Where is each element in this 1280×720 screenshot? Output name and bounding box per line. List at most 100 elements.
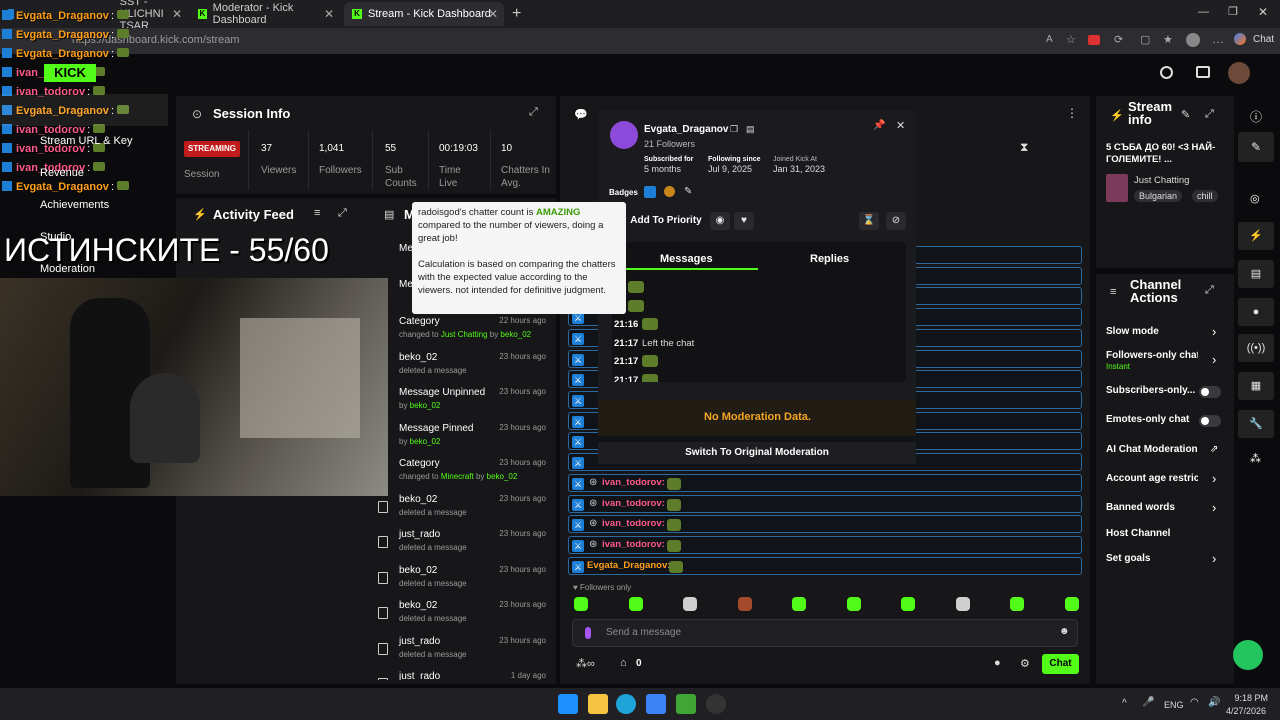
chat-message-row[interactable]: ⚔ ⊛ ivan_todorov: [568,494,1082,513]
chat-username[interactable]: ivan_todorov: [602,539,665,550]
channel-action-1[interactable]: Followers-only chat [1106,350,1198,361]
settings-gear-icon[interactable]: ⚙ [1020,657,1030,670]
activity-item[interactable]: beko_02 23 hours ago deleted a message [366,350,552,384]
chevron-right-icon[interactable]: › [1212,551,1216,566]
activity-user[interactable]: beko_02 [500,330,531,339]
chat-username[interactable]: ivan_todorov: [602,477,665,488]
read-aloud-icon[interactable]: A [1046,34,1053,45]
emote-icon[interactable] [574,597,588,611]
wifi-icon[interactable]: ◠ [1190,697,1199,708]
add-to-priority-button[interactable]: Add To Priority [628,211,704,231]
hourglass-icon[interactable]: ⧗ [1020,140,1028,155]
theater-icon[interactable] [1196,66,1210,78]
emote-icon[interactable] [683,597,697,611]
copy-icon[interactable]: ❐ [730,124,738,135]
emote-icon[interactable] [1010,597,1024,611]
channel-action-3[interactable]: Emotes-only chat [1106,414,1198,425]
chat-send-button[interactable]: Chat [1042,654,1079,674]
watch-eye-icon[interactable]: ◉ [710,212,730,230]
favorite-star-icon[interactable]: ☆ [1066,33,1076,46]
sidebar-item-revenue[interactable]: Revenue [40,167,84,179]
edit-nav-icon[interactable]: ✎ [1238,132,1274,162]
mic-icon[interactable] [585,627,591,639]
search-icon[interactable] [1160,66,1173,79]
chat-message-row[interactable]: ⚔ ⊛ ivan_todorov: [568,536,1082,555]
emote-icon[interactable] [901,597,915,611]
document-icon[interactable]: ▤ [1238,260,1274,288]
expand-icon[interactable]: ⤢ [1205,284,1214,297]
wrench-icon[interactable]: 🔧 [1238,410,1274,438]
channel-action-8[interactable]: Set goals [1106,553,1198,564]
switch-moderation-button[interactable]: Switch To Original Moderation [598,442,916,464]
more-icon[interactable]: … [1212,32,1224,46]
channel-action-0[interactable]: Slow mode [1106,326,1198,337]
users-infinity-icon[interactable]: ⁂∞ [576,657,595,670]
emote-icon[interactable] [792,597,806,611]
layout-icon[interactable]: ▦ [1238,372,1274,400]
emote-icon[interactable] [628,597,643,611]
chevron-right-icon[interactable]: › [1212,500,1216,515]
sidebar-item-achievements[interactable]: Achievements [40,199,109,211]
expand-icon[interactable]: ⤢ [1205,108,1214,121]
extensions-icon[interactable]: ⟳ [1114,33,1123,46]
tray-chevron-icon[interactable]: ^ [1122,698,1127,709]
help-bubble-icon[interactable] [1233,640,1263,670]
broadcast-icon[interactable]: ((•)) [1238,334,1274,362]
chat-bubble-icon[interactable]: ● [994,657,1001,669]
info-icon[interactable]: ⓘ [1250,108,1262,125]
close-icon[interactable]: ✕ [172,7,182,21]
tab-stream[interactable]: K Stream - Kick Dashboard ✕ [344,2,504,26]
toggle-switch[interactable] [1199,386,1221,398]
window-close-icon[interactable]: ✕ [1258,5,1268,19]
toggle-switch[interactable] [1199,415,1221,427]
filter-icon[interactable]: ≡ [314,207,320,219]
channel-action-2[interactable]: Subscribers-only... [1106,385,1198,396]
chat-message-row[interactable]: ⚔ Evgata_Draganov: [568,556,1082,575]
minimize-icon[interactable]: — [1198,6,1209,18]
chat-message-row[interactable]: ⚔ ⊛ ivan_todorov: [568,474,1082,492]
activity-item[interactable]: just_rado 23 hours ago deleted a message [366,527,552,561]
edit-badge-icon[interactable]: ✎ [684,186,692,197]
activity-item[interactable]: beko_02 23 hours ago deleted a message [366,598,552,632]
adblock-icon[interactable] [1088,35,1100,45]
chevron-right-icon[interactable]: › [1212,471,1216,486]
chevron-right-icon[interactable]: › [1212,324,1216,339]
channel-action-4[interactable]: AI Chat Moderation [1106,444,1198,455]
activity-item[interactable]: Category 22 hours ago changed to Just Chat… [366,314,552,348]
activity-item[interactable]: Message Pinned 23 hours ago by beko_02 [366,421,552,455]
lightning-nav-icon[interactable]: ⚡ [1238,222,1274,250]
start-icon[interactable] [558,694,578,714]
stat-chatters-label[interactable]: Chatters In Avg. [501,164,551,190]
activity-item[interactable]: beko_02 23 hours ago deleted a message [366,563,552,597]
chat-username[interactable]: ivan_todorov: [602,518,665,529]
emote-icon[interactable] [1064,597,1079,611]
ban-icon[interactable]: ⊘ [886,212,906,230]
maximize-icon[interactable]: ❐ [1228,5,1238,18]
chat-label[interactable]: Chat [1253,34,1274,45]
pin-icon[interactable]: 📌 [873,120,885,131]
favorites-icon[interactable]: ★ [1163,33,1173,46]
tab-messages[interactable]: Messages [660,253,713,265]
chat-nav-icon[interactable]: ● [1238,298,1274,326]
emote-icon[interactable] [846,597,861,611]
gift-icon[interactable]: ⌂ [620,657,627,669]
edit-icon[interactable]: ✎ [1181,108,1190,121]
mic-tray-icon[interactable]: 🎤 [1142,697,1154,708]
split-icon[interactable]: ▢ [1140,33,1150,46]
timeout-icon[interactable]: ⌛ [859,212,879,230]
activity-user[interactable]: beko_02 [487,472,518,481]
heart-icon[interactable]: ♥ [734,212,754,230]
activity-item[interactable]: Category 23 hours ago changed to Minecraft… [366,456,552,490]
copilot-icon[interactable] [1234,33,1246,45]
chat-username[interactable]: ivan_todorov: [602,498,665,509]
emoji-icon[interactable]: ☻ [1059,626,1070,637]
chat-menu-icon[interactable]: ⋮ [1066,106,1078,120]
close-icon[interactable]: ✕ [324,7,334,21]
close-icon[interactable]: ✕ [488,7,498,21]
external-link-icon[interactable]: ⇗ [1210,444,1218,455]
activity-item[interactable]: beko_02 23 hours ago deleted a message [366,492,552,526]
sidebar-item-stream-url[interactable]: Stream URL & Key [40,135,133,147]
channel-action-6[interactable]: Banned words [1106,502,1198,513]
activity-item[interactable]: just_rado 23 hours ago deleted a message [366,634,552,668]
channel-action-5[interactable]: Account age restrictio [1106,473,1198,484]
